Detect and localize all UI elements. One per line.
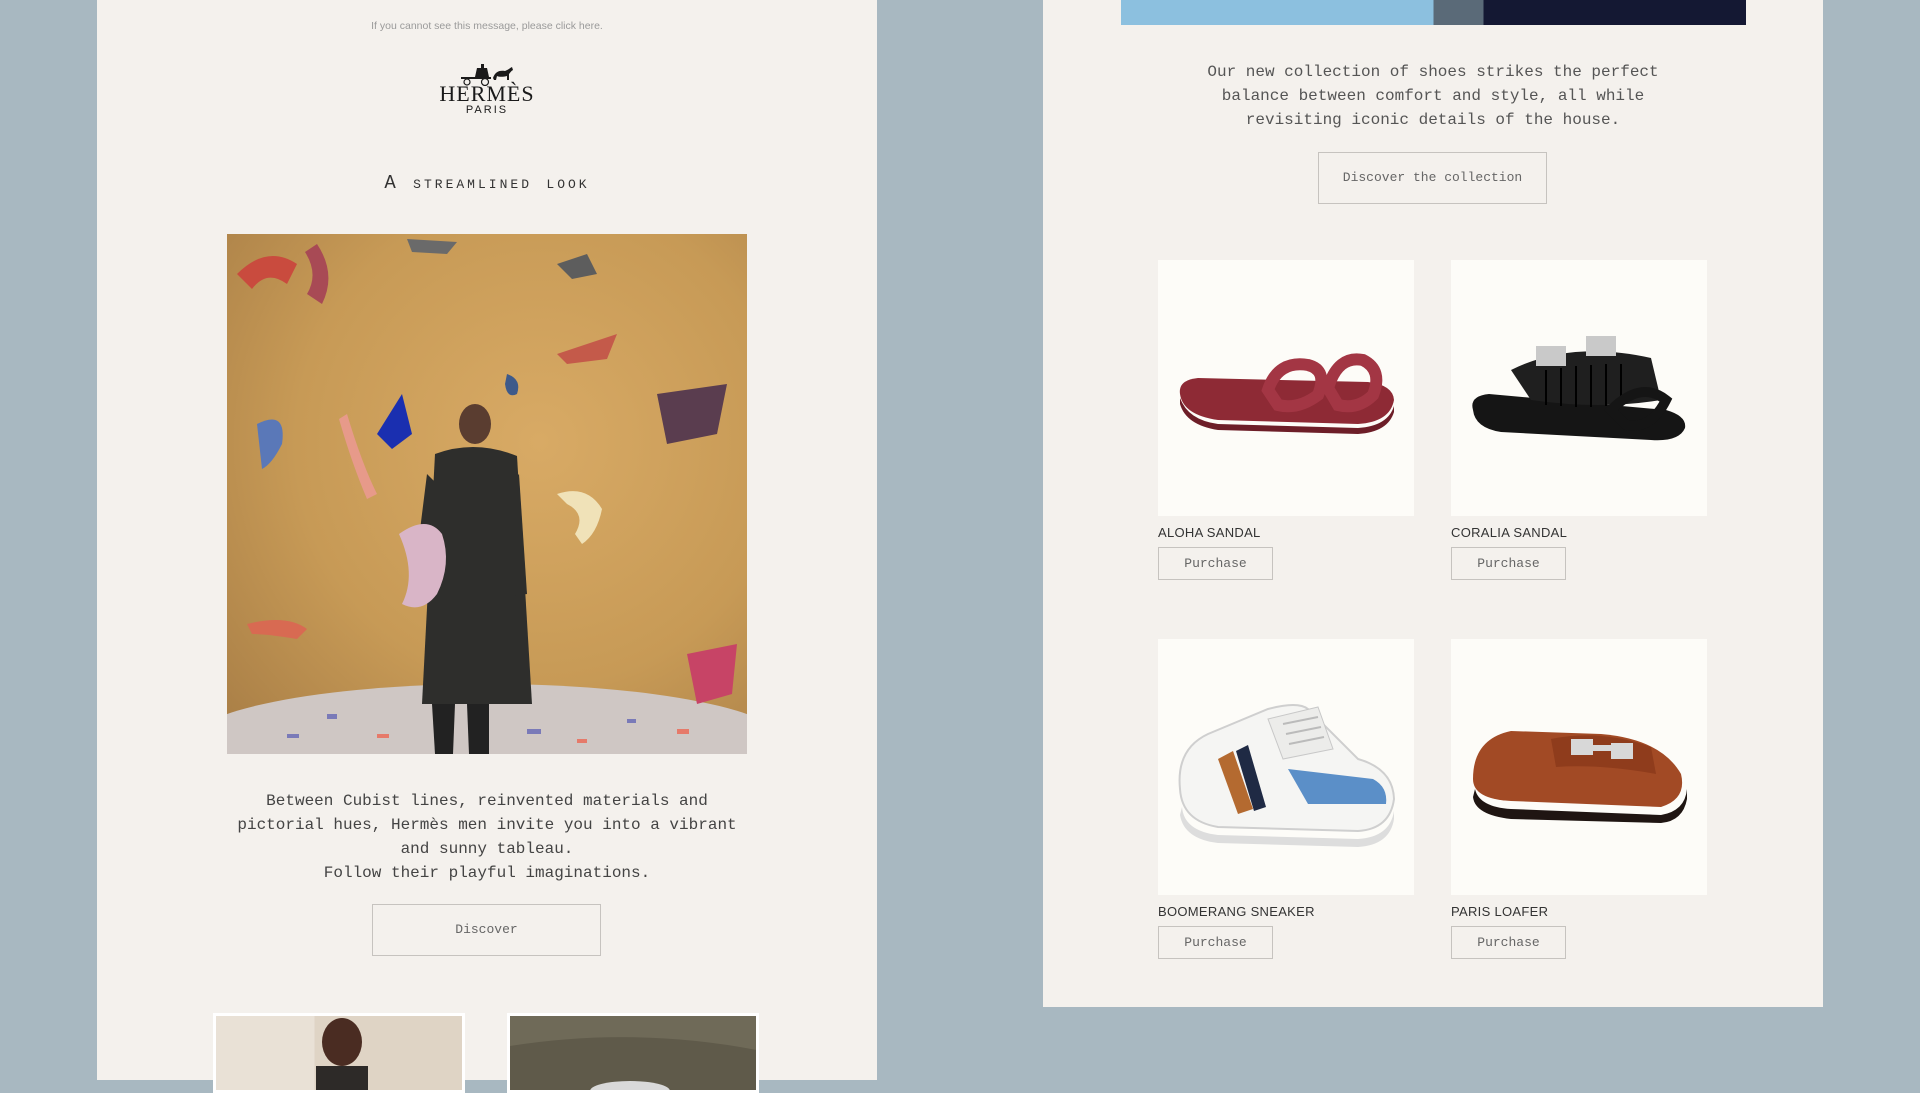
collection-intro: Our new collection of shoes strikes the …: [1183, 60, 1683, 132]
product-name[interactable]: ALOHA SANDAL: [1158, 525, 1414, 540]
product-image-coralia-sandal[interactable]: [1451, 260, 1707, 516]
purchase-button[interactable]: Purchase: [1158, 926, 1273, 959]
body-line: Between Cubist lines, reinvented materia…: [266, 792, 708, 810]
purchase-button[interactable]: Purchase: [1451, 547, 1566, 580]
product-card: CORALIA SANDAL Purchase: [1451, 260, 1707, 580]
product-name[interactable]: PARIS LOAFER: [1451, 904, 1707, 919]
body-line: Follow their playful imaginations.: [323, 864, 651, 882]
product-image-boomerang-sneaker[interactable]: [1158, 639, 1414, 895]
discover-collection-button[interactable]: Discover the collection: [1318, 152, 1547, 204]
logo-brand: HERMÈS: [439, 81, 535, 106]
product-image-paris-loafer[interactable]: [1451, 639, 1707, 895]
intro-line: Our new collection of shoes strikes the …: [1207, 63, 1659, 81]
product-name[interactable]: CORALIA SANDAL: [1451, 525, 1707, 540]
product-card: BOOMERANG SNEAKER Purchase: [1158, 639, 1414, 959]
hero-illustration: [227, 239, 747, 754]
intro-line: revisiting iconic details of the house.: [1245, 111, 1621, 129]
product-card: ALOHA SANDAL Purchase: [1158, 260, 1414, 580]
view-online-link[interactable]: If you cannot see this message, please c…: [97, 20, 877, 32]
intro-paragraph: Between Cubist lines, reinvented materia…: [212, 789, 762, 885]
hero-image[interactable]: [227, 234, 747, 754]
collection-banner-image[interactable]: [1121, 0, 1746, 25]
email-column-left: If you cannot see this message, please c…: [97, 0, 877, 1093]
purchase-button[interactable]: Purchase: [1451, 926, 1566, 959]
product-card: PARIS LOAFER Purchase: [1451, 639, 1707, 959]
section-headline: A streamlined look: [384, 172, 590, 194]
product-image-aloha-sandal[interactable]: [1158, 260, 1414, 516]
purchase-button[interactable]: Purchase: [1158, 547, 1273, 580]
product-name[interactable]: BOOMERANG SNEAKER: [1158, 904, 1414, 919]
email-column-right: Our new collection of shoes strikes the …: [1043, 0, 1823, 1007]
thumbnail-image-model[interactable]: [213, 1013, 465, 1093]
body-line: and sunny tableau.: [400, 840, 574, 858]
logo-city: PARIS: [465, 104, 509, 116]
hermes-logo[interactable]: HERMÈS PARIS: [97, 62, 877, 116]
discover-button[interactable]: Discover: [372, 904, 601, 956]
intro-line: balance between comfort and style, all w…: [1221, 87, 1645, 105]
body-line: pictorial hues, Hermès men invite you in…: [237, 816, 737, 834]
thumbnail-image-still-life[interactable]: [507, 1013, 759, 1093]
